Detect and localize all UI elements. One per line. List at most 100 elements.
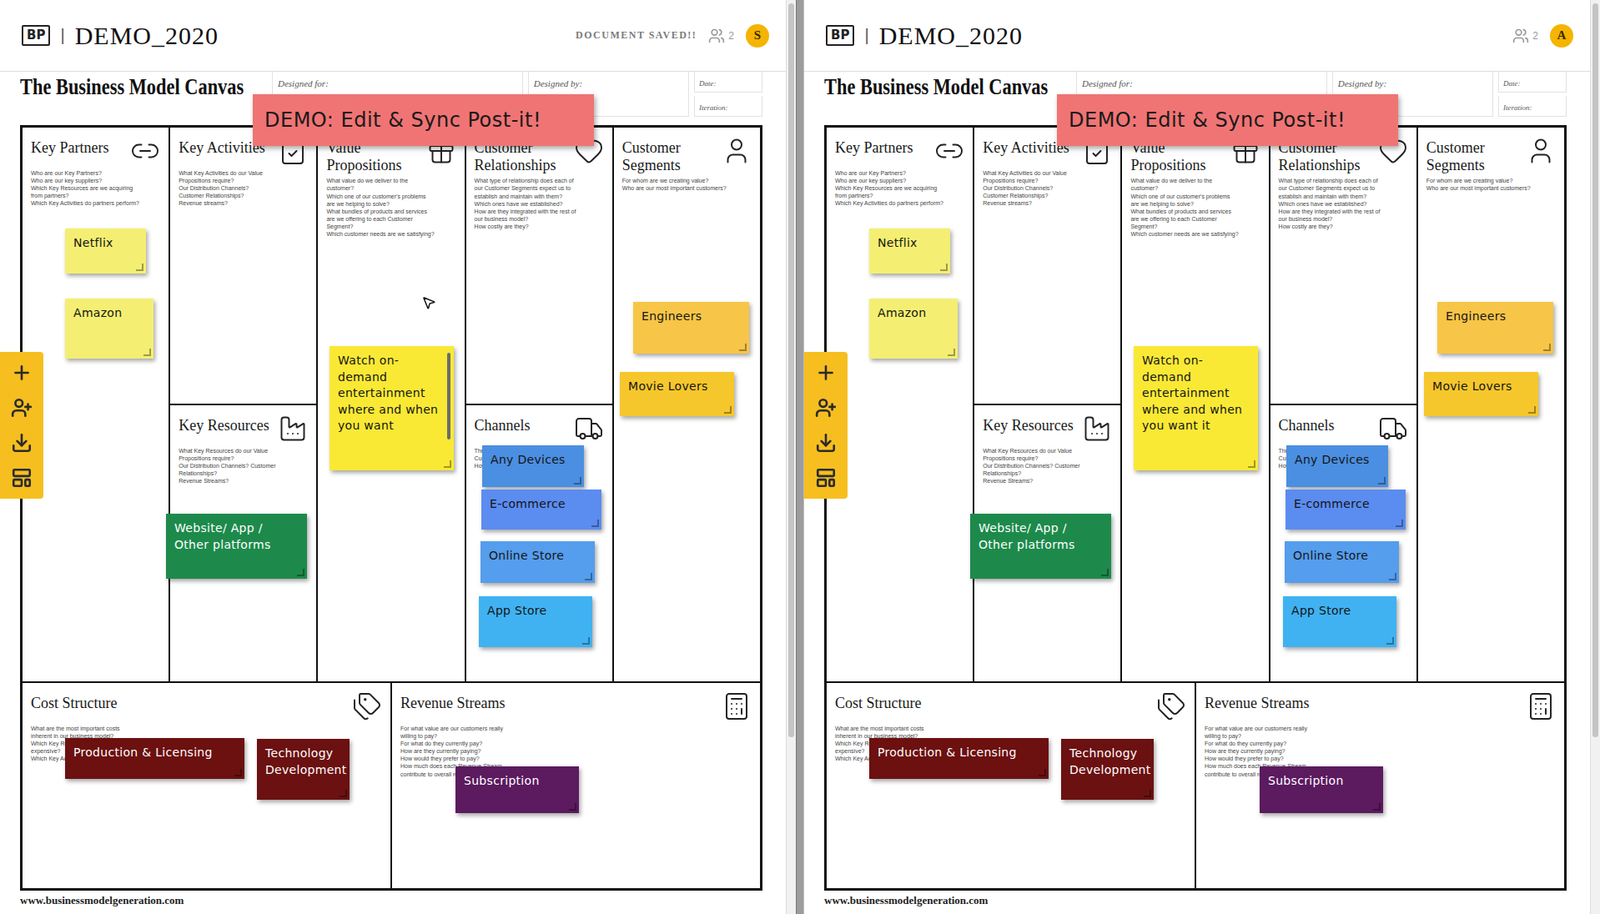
field-label: Designed by:: [533, 78, 583, 89]
invite-user-button[interactable]: [6, 395, 37, 421]
post-it-note[interactable]: Any Devices: [482, 445, 584, 488]
post-it-note[interactable]: Online Store: [480, 541, 595, 584]
note-text[interactable]: App Store: [487, 603, 583, 620]
note-text[interactable]: Any Devices: [1294, 452, 1379, 469]
note-text[interactable]: Technology Development: [265, 745, 340, 779]
post-it-note[interactable]: Online Store: [1284, 541, 1399, 584]
note-text[interactable]: E-commerce: [1293, 496, 1396, 514]
note-text[interactable]: Any Devices: [490, 452, 574, 469]
add-note-button[interactable]: [810, 360, 841, 386]
download-icon: [10, 432, 33, 454]
logo[interactable]: BP: [21, 25, 51, 46]
note-scrollbar[interactable]: [447, 352, 451, 440]
document-title[interactable]: DEMO_2020: [75, 21, 219, 51]
note-text[interactable]: Movie Lovers: [1432, 378, 1529, 396]
note-text[interactable]: Amazon: [877, 305, 948, 323]
block-title: Channels: [1278, 417, 1375, 435]
post-it-note[interactable]: E-commerce: [481, 489, 602, 530]
users-count[interactable]: 2: [1512, 27, 1539, 45]
block-questions: What Key Resources do our Value Proposit…: [178, 447, 287, 485]
post-it-note[interactable]: E-commerce: [1285, 489, 1406, 530]
post-it-note[interactable]: Amazon: [65, 298, 154, 359]
post-it-note[interactable]: Website/ App / Other platforms: [166, 513, 307, 579]
scrollbar[interactable]: [1589, 0, 1600, 914]
download-button[interactable]: [810, 430, 841, 456]
post-it-note[interactable]: Movie Lovers: [619, 372, 735, 417]
note-text[interactable]: E-commerce: [489, 496, 592, 514]
post-it-note[interactable]: Watch on-demand entertainment where and …: [329, 346, 454, 471]
meta-field[interactable]: Iteration:: [1498, 95, 1567, 117]
header-actions: DOCUMENT SAVED!!2S: [575, 24, 770, 48]
banner-note[interactable]: DEMO: Edit & Sync Post-it!: [252, 94, 594, 146]
add-note-button[interactable]: [6, 360, 37, 386]
post-it-note[interactable]: Technology Development: [1061, 739, 1154, 800]
block-question: Customer Relationships?: [982, 191, 1092, 200]
block-questions: For whom are we creating value?Who are o…: [1426, 176, 1535, 192]
note-text[interactable]: App Store: [1291, 603, 1387, 620]
note-text[interactable]: Movie Lovers: [628, 378, 725, 396]
post-it-note[interactable]: Amazon: [869, 298, 958, 359]
post-it-note[interactable]: Netflix: [65, 228, 146, 274]
note-text[interactable]: Online Store: [1293, 548, 1389, 565]
scrollbar[interactable]: [785, 0, 796, 914]
note-text[interactable]: Website/ App / Other platforms: [978, 520, 1102, 554]
post-it-note[interactable]: Subscription: [1259, 766, 1384, 814]
post-it-note[interactable]: App Store: [478, 596, 593, 648]
block-questions: Who are our Key Partners?Who are our key…: [835, 169, 944, 207]
post-it-note[interactable]: Any Devices: [1286, 445, 1389, 488]
post-it-note[interactable]: Movie Lovers: [1423, 372, 1539, 417]
note-text[interactable]: Netflix: [877, 235, 941, 252]
invite-user-button[interactable]: [810, 395, 841, 421]
note-text[interactable]: Technology Development: [1069, 745, 1144, 779]
block-header: Key Partners: [30, 135, 161, 167]
block-question: How costly are they?: [474, 222, 584, 231]
scrollbar-thumb[interactable]: [788, 3, 795, 738]
post-it-note[interactable]: Technology Development: [256, 739, 350, 800]
users-icon: [1512, 27, 1530, 45]
meta-field[interactable]: Date:: [694, 71, 763, 93]
cursor-icon: [421, 295, 437, 311]
footer-link[interactable]: www.businessmodelgeneration.com: [20, 894, 786, 908]
download-button[interactable]: [6, 430, 37, 456]
template-button[interactable]: [6, 465, 37, 491]
document-title[interactable]: DEMO_2020: [879, 21, 1023, 51]
post-it-note[interactable]: Watch on-demand entertainment where and …: [1133, 346, 1258, 471]
note-text[interactable]: Engineers: [641, 308, 740, 326]
meta-field[interactable]: Date:: [1498, 71, 1567, 93]
note-text[interactable]: Watch on-demand entertainment where and …: [337, 352, 444, 435]
note-text[interactable]: Production & Licensing: [73, 744, 235, 762]
banner-note[interactable]: DEMO: Edit & Sync Post-it!: [1056, 94, 1399, 146]
note-text[interactable]: Online Store: [488, 548, 585, 565]
logo[interactable]: BP: [825, 25, 855, 46]
user-avatar[interactable]: A: [1549, 24, 1574, 48]
template-button[interactable]: [810, 465, 841, 491]
note-text[interactable]: Engineers: [1445, 308, 1544, 326]
post-it-note[interactable]: Production & Licensing: [65, 738, 245, 780]
note-text[interactable]: Subscription: [1267, 773, 1374, 790]
post-it-note[interactable]: Engineers: [1437, 301, 1554, 354]
users-count[interactable]: 2: [708, 27, 735, 45]
post-it-note[interactable]: App Store: [1283, 596, 1397, 648]
post-it-note[interactable]: Engineers: [633, 301, 750, 354]
scrollbar-thumb[interactable]: [1592, 3, 1599, 738]
post-it-note[interactable]: Netflix: [869, 228, 951, 274]
footer-link[interactable]: www.businessmodelgeneration.com: [824, 894, 1590, 908]
block-question: For what value are our customers really …: [1204, 724, 1314, 740]
post-it-note[interactable]: Website/ App / Other platforms: [970, 513, 1112, 579]
user-avatar[interactable]: S: [745, 24, 770, 48]
meta-field[interactable]: Iteration:: [694, 95, 763, 117]
post-it-note[interactable]: Subscription: [455, 766, 579, 814]
block-questions: Who are our Key Partners?Who are our key…: [30, 169, 140, 207]
block-question: Which customer needs are we satisfying?: [326, 230, 435, 238]
download-icon: [815, 432, 837, 454]
block-question: Who are our Key Partners?: [30, 169, 140, 177]
note-text[interactable]: Subscription: [463, 773, 569, 790]
block-question: Who are our most important customers?: [1426, 184, 1535, 192]
note-text[interactable]: Website/ App / Other platforms: [174, 520, 297, 554]
note-text[interactable]: Production & Licensing: [877, 744, 1039, 762]
note-text[interactable]: Amazon: [73, 305, 144, 323]
pane-divider[interactable]: [795, 0, 805, 914]
note-text[interactable]: Netflix: [73, 235, 136, 252]
note-text[interactable]: Watch on-demand entertainment where and …: [1142, 352, 1248, 435]
post-it-note[interactable]: Production & Licensing: [869, 738, 1049, 780]
